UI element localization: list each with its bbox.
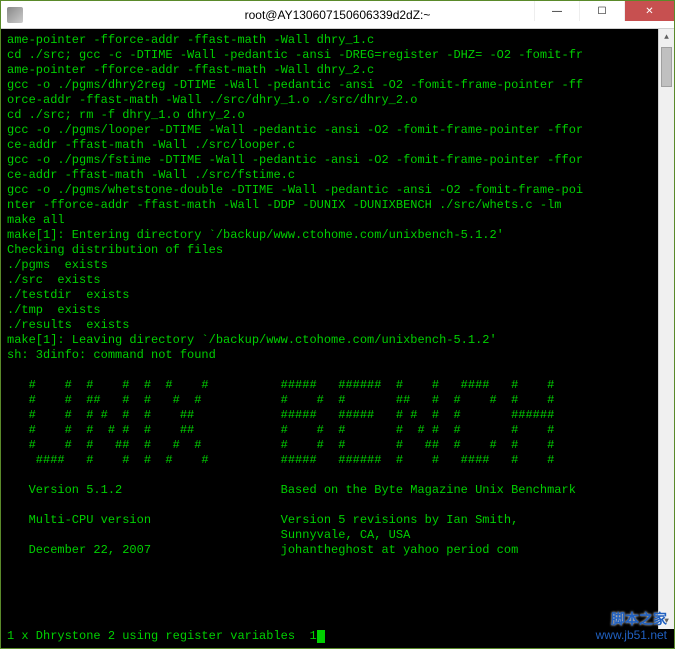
minimize-button[interactable]: —: [534, 1, 579, 21]
titlebar[interactable]: root@AY130607150606339d2dZ:~ — ☐ ✕: [1, 1, 674, 29]
terminal-window: root@AY130607150606339d2dZ:~ — ☐ ✕ ame-p…: [0, 0, 675, 649]
scroll-up-arrow[interactable]: ▲: [659, 29, 674, 45]
window-controls: — ☐ ✕: [534, 1, 674, 28]
terminal-status-line: 1 x Dhrystone 2 using register variables…: [1, 629, 674, 648]
maximize-button[interactable]: ☐: [579, 1, 624, 21]
app-icon: [7, 7, 23, 23]
status-text: 1 x Dhrystone 2 using register variables…: [7, 629, 317, 643]
window-title: root@AY130607150606339d2dZ:~: [245, 8, 431, 22]
cursor: [317, 630, 325, 643]
terminal-output[interactable]: ame-pointer -fforce-addr -ffast-math -Wa…: [1, 29, 658, 629]
scroll-down-arrow[interactable]: ▼: [659, 613, 674, 629]
close-button[interactable]: ✕: [624, 1, 674, 21]
terminal-body: ame-pointer -fforce-addr -ffast-math -Wa…: [1, 29, 674, 629]
vertical-scrollbar[interactable]: ▲ ▼: [658, 29, 674, 629]
scrollbar-thumb[interactable]: [661, 47, 672, 87]
